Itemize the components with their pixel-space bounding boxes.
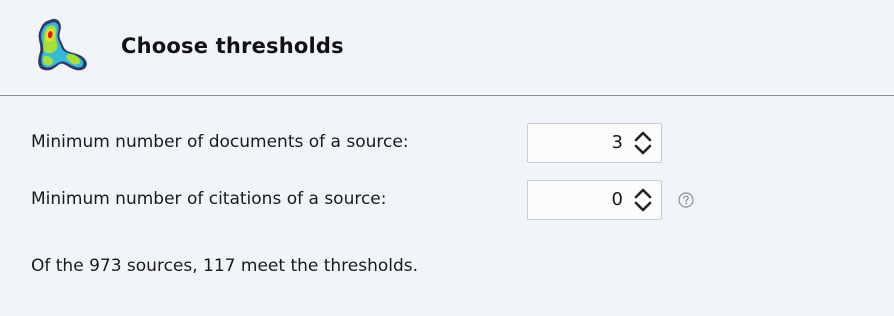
min-documents-label: Minimum number of documents of a source: xyxy=(31,132,409,152)
min-citations-stepper[interactable]: 0 xyxy=(527,180,662,220)
page-title: Choose thresholds xyxy=(121,34,344,58)
threshold-status-text: Of the 973 sources, 117 meet the thresho… xyxy=(31,256,419,276)
min-citations-value[interactable]: 0 xyxy=(612,189,623,210)
heatmap-logo-icon xyxy=(38,18,87,71)
stepper-arrows-icon[interactable] xyxy=(631,186,655,214)
dialog-header: Choose thresholds xyxy=(0,0,894,96)
stepper-arrows-icon[interactable] xyxy=(631,129,655,157)
min-documents-value[interactable]: 3 xyxy=(612,132,623,153)
min-citations-label: Minimum number of citations of a source: xyxy=(31,189,387,209)
min-documents-stepper[interactable]: 3 xyxy=(527,123,662,163)
help-icon[interactable] xyxy=(677,191,695,209)
